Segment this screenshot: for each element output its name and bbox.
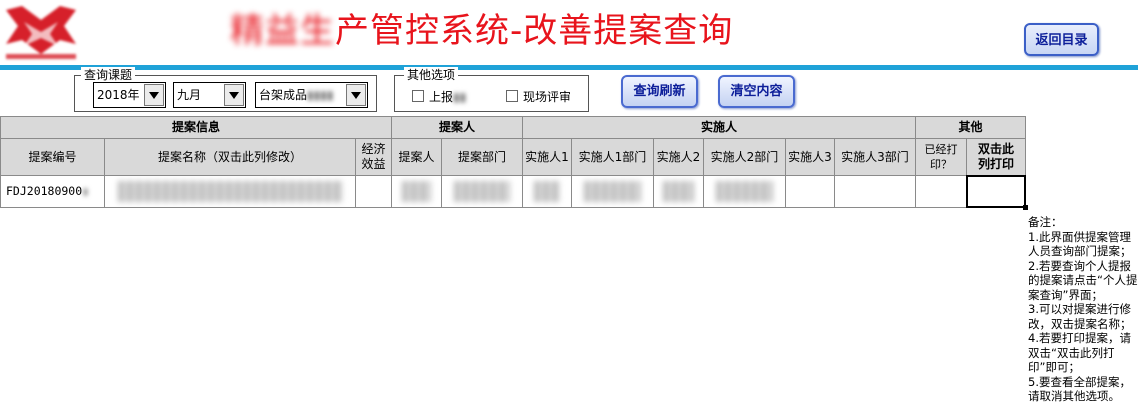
col-header-impl3: 实施人3 xyxy=(785,138,835,176)
note-item: 4.若要打印提案，请双击“双击此列打印”即可； xyxy=(1028,331,1131,374)
query-topic-label: 查询课题 xyxy=(81,67,136,83)
redacted-text xyxy=(454,180,510,203)
reported-label: 上报 xyxy=(429,90,454,104)
group-header-implementer: 实施人 xyxy=(522,116,916,139)
cell-proposer-dept[interactable] xyxy=(441,175,523,208)
month-select[interactable]: 九月 xyxy=(173,82,246,108)
cell-printed[interactable] xyxy=(915,175,967,208)
cell-impl3[interactable] xyxy=(785,175,835,208)
refresh-query-button[interactable]: 查询刷新 xyxy=(621,75,698,108)
checkbox-icon[interactable] xyxy=(506,90,518,102)
month-value: 九月 xyxy=(177,88,202,102)
col-header-name: 提案名称（双击此列修改） xyxy=(104,138,356,176)
reported-checkbox[interactable]: 上报▮▮ xyxy=(412,90,466,104)
page-title: 精益生产管控系统-改善提案查询 xyxy=(230,6,790,56)
onsite-review-label: 现场评审 xyxy=(523,90,572,104)
category-value: 台架成品 xyxy=(259,88,308,102)
group-header-other: 其他 xyxy=(915,116,1026,139)
redacted-text xyxy=(117,180,343,203)
redacted-text xyxy=(533,180,561,203)
table-row[interactable]: FDJ20180900 ▮ xyxy=(0,175,105,208)
cell-proposal-name[interactable] xyxy=(104,175,356,208)
col-header-impl1-dept: 实施人1部门 xyxy=(571,138,654,176)
cell-benefit[interactable] xyxy=(355,175,392,208)
note-item: 5.要查看全部提案，请取消其他选项。 xyxy=(1028,374,1131,404)
col-header-impl2: 实施人2 xyxy=(653,138,704,176)
year-select[interactable]: 2018年 xyxy=(93,82,166,108)
note-item: 3.可以对提案进行修改，双击提案名称； xyxy=(1028,302,1132,331)
category-select[interactable]: 台架成品▮▮▮▮ xyxy=(255,82,368,108)
cell-proposal-id-redacted: ▮ xyxy=(82,184,90,198)
other-options-label: 其他选项 xyxy=(404,67,459,83)
company-logo xyxy=(6,6,76,59)
col-header-id: 提案编号 xyxy=(0,138,105,176)
col-header-proposer-dept: 提案部门 xyxy=(441,138,523,176)
page-title-tail: 产管控系统-改善提案查询 xyxy=(335,11,734,51)
cell-impl2[interactable] xyxy=(653,175,704,208)
cell-impl2-dept[interactable] xyxy=(703,175,786,208)
onsite-review-checkbox[interactable]: 现场评审 xyxy=(506,90,571,104)
note-item: 1.此界面供提案管理人员查询部门提案； xyxy=(1028,229,1132,259)
chevron-down-icon[interactable] xyxy=(144,84,164,106)
clear-content-button[interactable]: 清空内容 xyxy=(718,75,795,108)
notes-panel: 备注： 1.此界面供提案管理人员查询部门提案； 2.若要查询个人提报的提案请点击… xyxy=(1028,215,1138,404)
notes-title: 备注： xyxy=(1028,215,1063,229)
return-menu-button[interactable]: 返回目录 xyxy=(1024,23,1099,56)
reported-label-redacted: ▮▮ xyxy=(453,90,467,104)
col-header-print[interactable]: 双击此列打印 xyxy=(966,138,1026,176)
header-divider xyxy=(0,65,1138,70)
cell-proposal-id: FDJ20180900 xyxy=(6,184,83,198)
group-header-proposal-info: 提案信息 xyxy=(0,116,392,139)
col-header-impl2-dept: 实施人2部门 xyxy=(703,138,786,176)
group-header-proposer: 提案人 xyxy=(391,116,523,139)
cell-impl3-dept[interactable] xyxy=(834,175,916,208)
col-header-proposer: 提案人 xyxy=(391,138,442,176)
category-value-redacted: ▮▮▮▮ xyxy=(307,88,334,102)
redacted-text xyxy=(401,180,432,203)
cell-print-selected[interactable] xyxy=(966,175,1026,208)
col-header-impl1: 实施人1 xyxy=(522,138,572,176)
redacted-text xyxy=(584,180,641,203)
col-header-printed: 已经打印？ xyxy=(915,138,967,176)
checkbox-icon[interactable] xyxy=(412,90,424,102)
redacted-text xyxy=(716,180,773,203)
redacted-text xyxy=(662,180,695,203)
cell-impl1[interactable] xyxy=(522,175,572,208)
year-value: 2018年 xyxy=(97,88,140,102)
note-item: 2.若要查询个人提报的提案请点击“个人提案查询”界面； xyxy=(1028,258,1138,302)
chevron-down-icon[interactable] xyxy=(346,84,366,106)
cell-impl1-dept[interactable] xyxy=(571,175,654,208)
chevron-down-icon[interactable] xyxy=(224,84,244,106)
selection-fill-handle[interactable] xyxy=(1023,205,1028,210)
col-header-benefit: 经济效益 xyxy=(355,138,392,176)
page-title-head: 精益生 xyxy=(230,11,335,51)
cell-proposer[interactable] xyxy=(391,175,442,208)
col-header-impl3-dept: 实施人3部门 xyxy=(834,138,916,176)
